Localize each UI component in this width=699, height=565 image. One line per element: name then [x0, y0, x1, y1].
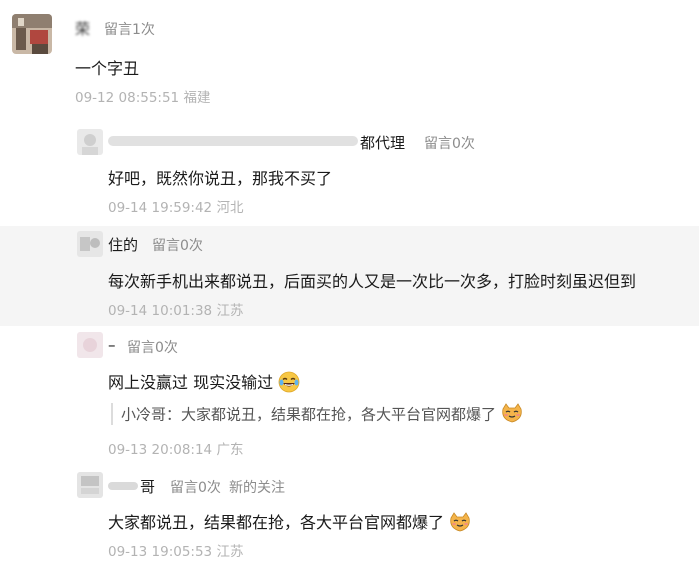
cat-face-emoji-icon [449, 511, 471, 536]
reply-location: 江苏 [216, 303, 244, 319]
quoted-reply-text: 小冷哥：大家都说丑，结果都在抢，各大平台官网都爆了 [121, 405, 497, 424]
reply-text: 大家都说丑，结果都在抢，各大平台官网都爆了 [108, 513, 445, 532]
avatar[interactable] [77, 231, 103, 257]
avatar[interactable] [77, 332, 103, 358]
quote-bar [111, 403, 113, 425]
blurred-name-region [108, 133, 358, 149]
new-follower-badge: 新的关注 [229, 480, 285, 496]
cat-face-emoji-icon [501, 403, 523, 427]
reply-location: 河北 [216, 200, 244, 216]
commenter-name[interactable]: 住的 [108, 234, 138, 255]
tears-of-joy-emoji-icon [278, 371, 300, 397]
avatar[interactable] [12, 14, 52, 54]
comment-count-badge: 留言0次 [170, 480, 221, 496]
comment-count-badge: 留言1次 [104, 22, 155, 38]
reply-location: 江苏 [216, 544, 244, 560]
reply-time: 09-13 20:08:14 [108, 442, 213, 458]
avatar[interactable] [77, 129, 103, 155]
comment-location: 福建 [183, 90, 211, 106]
avatar[interactable] [77, 472, 103, 498]
reply-text: 网上没赢过 现实没输过 [108, 373, 274, 392]
commenter-name[interactable]: 哥 [140, 476, 155, 497]
comment-count-badge: 留言0次 [152, 238, 203, 254]
commenter-name[interactable]: – [108, 336, 116, 354]
reply-time: 09-14 19:59:42 [108, 200, 213, 216]
comment-count-badge: 留言0次 [424, 136, 475, 152]
comment-text: 一个字丑 [75, 59, 140, 78]
comment-count-badge: 留言0次 [127, 340, 178, 356]
blurred-name-region [108, 478, 138, 492]
reply-time: 09-14 10:01:38 [108, 303, 213, 319]
reply-time: 09-13 19:05:53 [108, 544, 213, 560]
comment-time: 09-12 08:55:51 [75, 90, 180, 106]
commenter-name[interactable]: 荣 [75, 20, 90, 38]
reply-location: 广东 [216, 442, 244, 458]
reply-text: 每次新手机出来都说丑，后面买的人又是一次比一次多，打脸时刻虽迟但到 [108, 272, 637, 291]
commenter-name[interactable]: 都代理 [360, 132, 405, 153]
reply-text: 好吧，既然你说丑，那我不买了 [108, 169, 333, 188]
